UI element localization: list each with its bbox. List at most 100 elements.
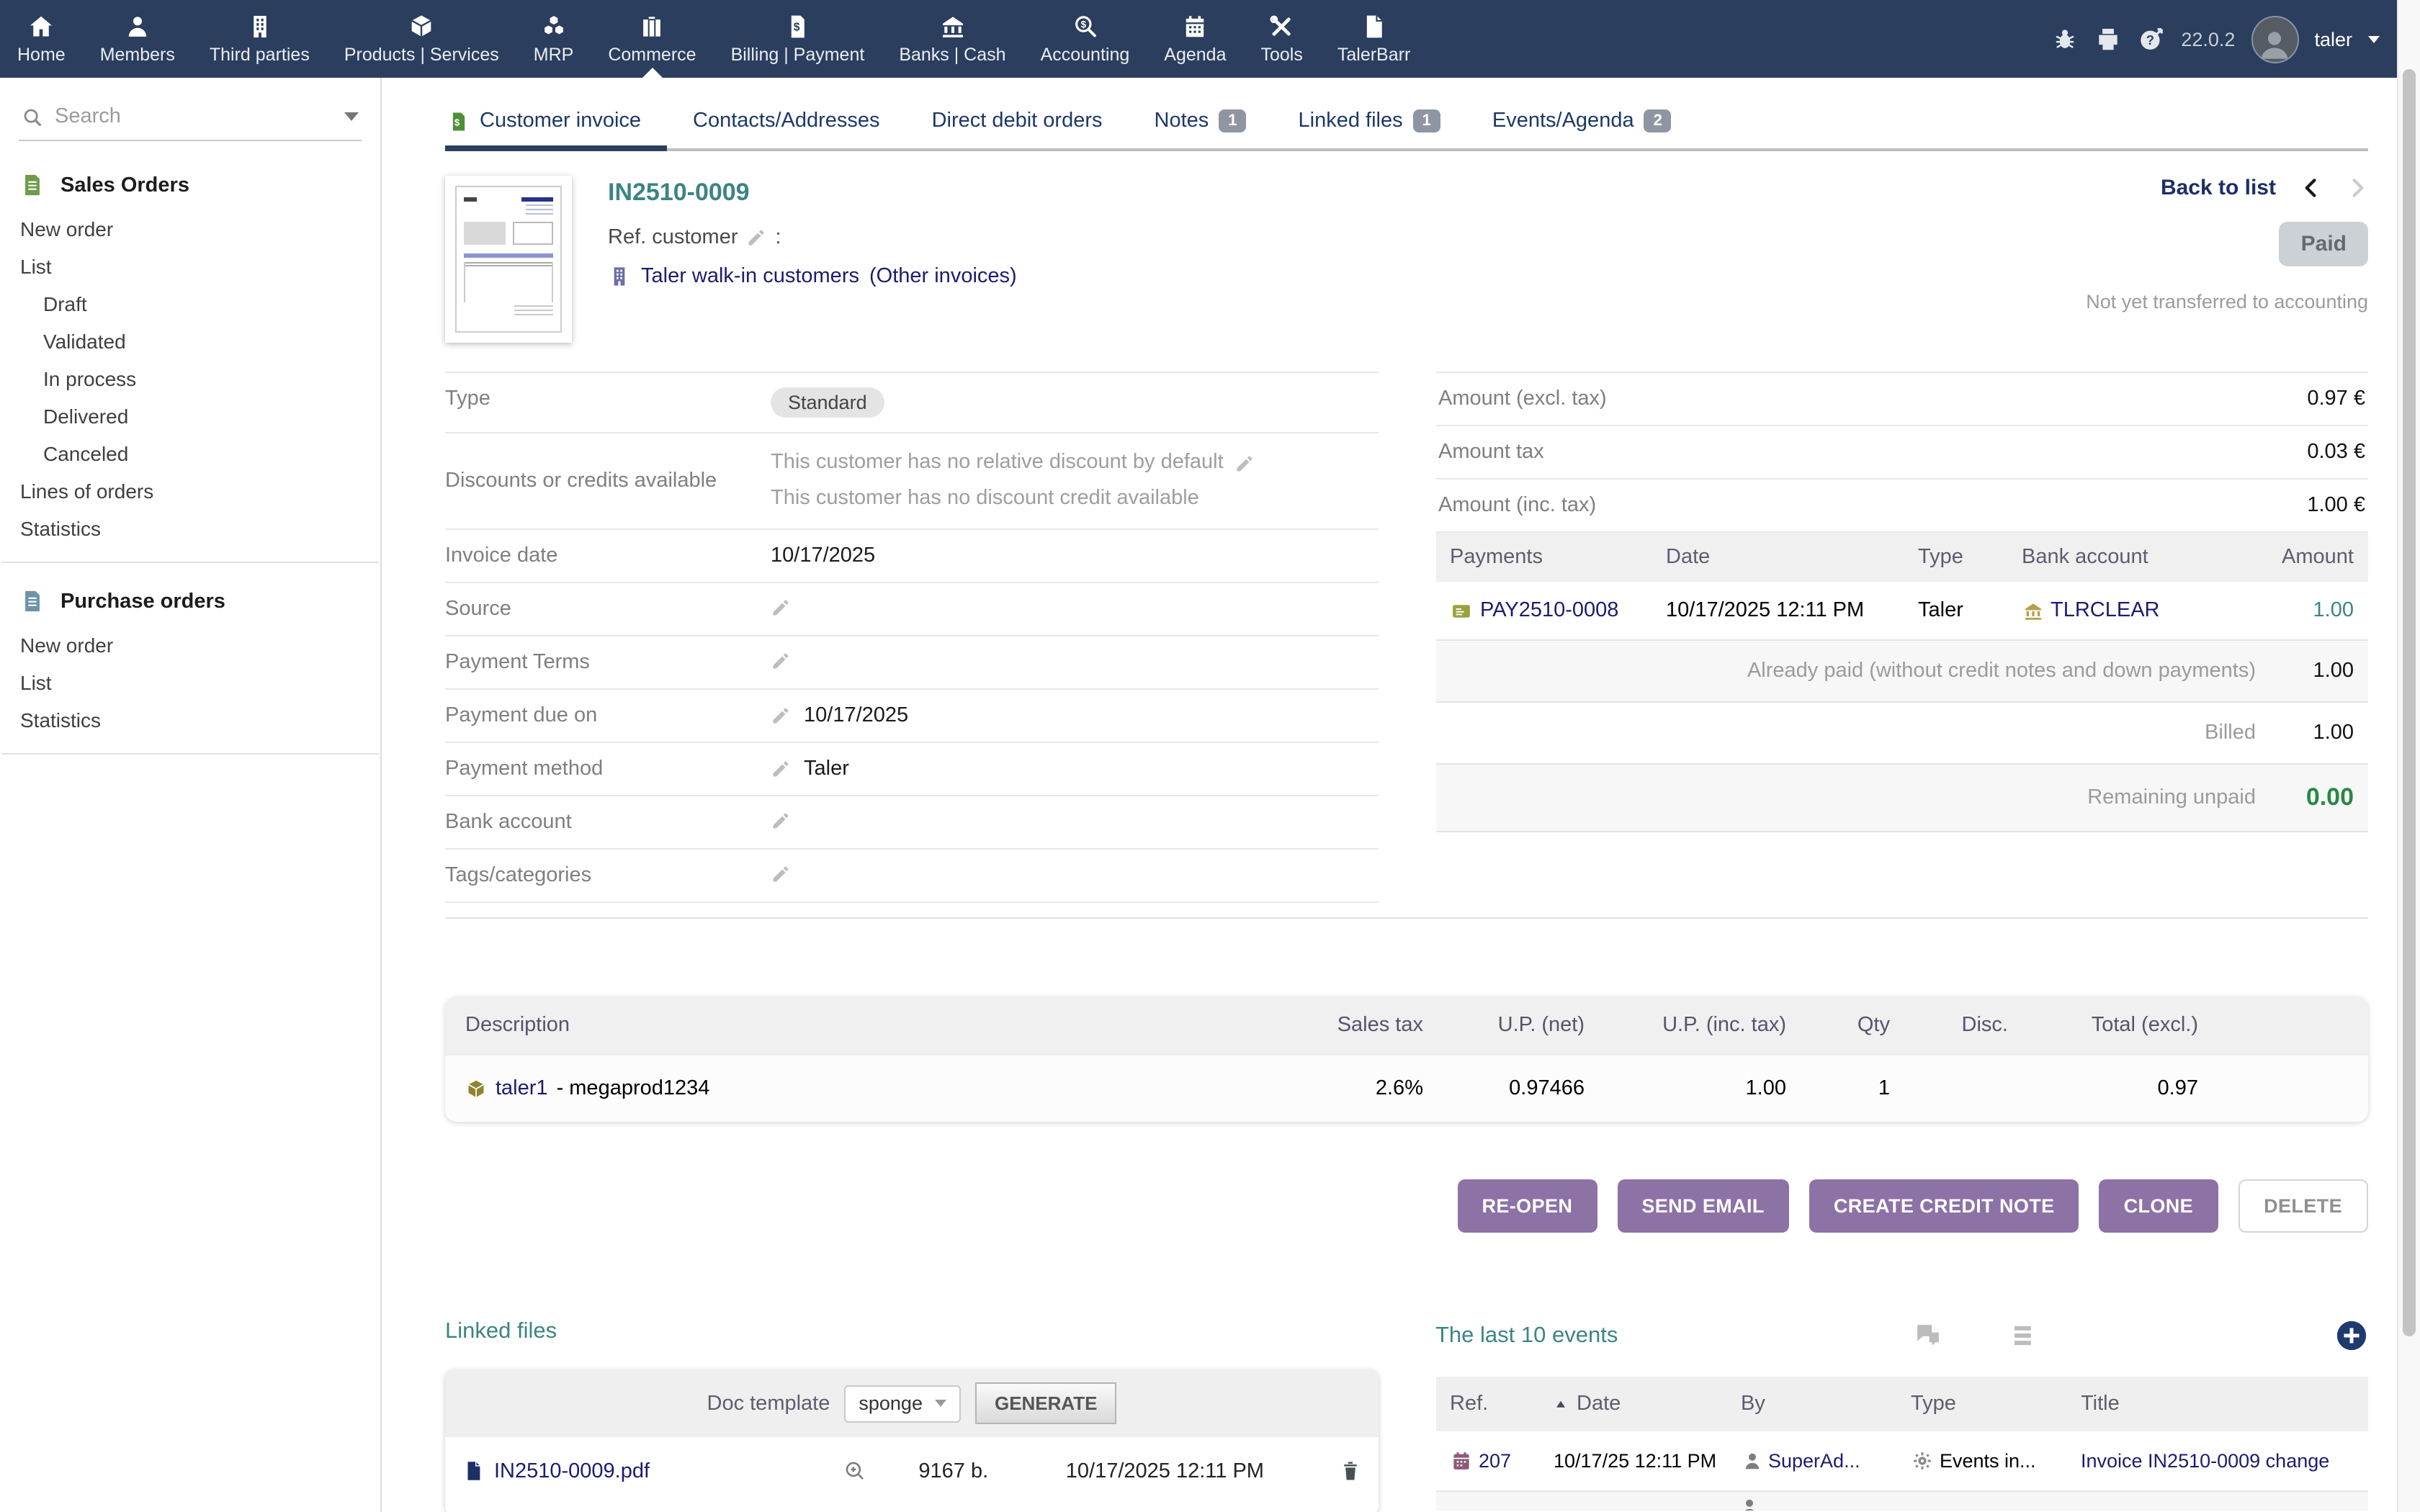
- list-view-icon[interactable]: [2009, 1320, 2040, 1351]
- nav-billing-payment[interactable]: $ Billing | Payment: [714, 0, 882, 78]
- event-title-link[interactable]: Invoice IN2510-0009 change: [2081, 1450, 2329, 1472]
- nav-label: Third parties: [210, 45, 310, 65]
- sidebar-item-purchase-statistics[interactable]: Statistics: [1, 701, 379, 739]
- nav-tools[interactable]: Tools: [1244, 0, 1320, 78]
- accounting-transfer-note: Not yet transferred to accounting: [2086, 291, 2368, 312]
- user-menu-caret-icon[interactable]: [2368, 35, 2380, 42]
- event-calendar-icon: [1450, 1450, 1471, 1472]
- sidebar-item-draft[interactable]: Draft: [1, 285, 379, 323]
- nav-members[interactable]: Members: [83, 0, 192, 78]
- invoice-thumbnail[interactable]: [445, 176, 572, 343]
- sidebar-item-statistics[interactable]: Statistics: [1, 510, 379, 547]
- sidebar-item-list[interactable]: List: [1, 248, 379, 285]
- bug-icon[interactable]: [2051, 25, 2079, 53]
- field-row-type: Type Standard: [445, 373, 1378, 433]
- invoice-line-row: taler1 - megaprod1234 2.6% 0.97466 1.00 …: [445, 1054, 2368, 1122]
- messages-icon[interactable]: [1913, 1320, 1943, 1351]
- linked-files-box: Doc template sponge GENERATE IN2510-0009…: [445, 1369, 1378, 1512]
- nav-banks-cash[interactable]: Banks | Cash: [882, 0, 1023, 78]
- user-avatar[interactable]: [2251, 15, 2298, 63]
- customer-link[interactable]: Taler walk-in customers (Other invoices): [608, 265, 1017, 288]
- product-link[interactable]: taler1: [496, 1077, 548, 1100]
- col-header-title[interactable]: Title: [2081, 1392, 2354, 1416]
- page-scrollbar[interactable]: [2397, 0, 2420, 1512]
- send-email-button[interactable]: SEND EMAIL: [1617, 1179, 1789, 1233]
- nav-label: Members: [100, 45, 175, 65]
- tab-customer-invoice[interactable]: $ Customer invoice: [445, 109, 667, 148]
- create-credit-note-button[interactable]: CREATE CREDIT NOTE: [1809, 1179, 2079, 1233]
- nav-products-services[interactable]: Products | Services: [327, 0, 516, 78]
- nav-mrp[interactable]: MRP: [516, 0, 591, 78]
- event-user-link[interactable]: SuperAd...: [1768, 1450, 1860, 1472]
- sidebar-item-new-order[interactable]: New order: [1, 210, 379, 248]
- tab-contacts-addresses[interactable]: Contacts/Addresses: [667, 109, 906, 148]
- sidebar-item-validated[interactable]: Validated: [1, 323, 379, 360]
- preview-zoom-icon[interactable]: [843, 1459, 868, 1483]
- sidebar-item-lines-of-orders[interactable]: Lines of orders: [1, 472, 379, 510]
- tab-events-agenda[interactable]: Events/Agenda 2: [1466, 109, 1698, 148]
- nav-home[interactable]: Home: [0, 0, 83, 78]
- delete-button[interactable]: DELETE: [2238, 1179, 2368, 1233]
- edit-source-icon[interactable]: [771, 598, 791, 618]
- customer-note: (Other invoices): [869, 265, 1017, 288]
- nav-label: Banks | Cash: [899, 45, 1005, 65]
- nav-talerbarr[interactable]: TalerBarr: [1320, 0, 1428, 78]
- edit-bank-account-icon[interactable]: [771, 811, 791, 831]
- print-icon[interactable]: [2094, 25, 2122, 53]
- scrollbar-thumb[interactable]: [2403, 69, 2416, 1336]
- search-options-caret-icon[interactable]: [344, 112, 359, 121]
- next-record-icon[interactable]: [2347, 177, 2368, 199]
- page: Home Members Third parties Products | Se…: [0, 0, 2420, 1512]
- field-label: Source: [445, 598, 771, 621]
- already-paid-label: Already paid (without credit notes and d…: [1747, 660, 2256, 683]
- col-header-type[interactable]: Type: [1911, 1392, 2081, 1416]
- col-header-by[interactable]: By: [1741, 1392, 1911, 1416]
- sidebar-item-in-process[interactable]: In process: [1, 360, 379, 397]
- username[interactable]: taler: [2314, 28, 2352, 50]
- nav-commerce[interactable]: Commerce: [591, 0, 713, 78]
- top-menu-bar: Home Members Third parties Products | Se…: [0, 0, 2397, 78]
- event-ref-link[interactable]: 207: [1479, 1450, 1511, 1472]
- previous-record-icon[interactable]: [2300, 177, 2322, 199]
- sidebar-section-title[interactable]: Sales Orders: [1, 161, 379, 210]
- payment-amount-link[interactable]: 1.00: [2235, 599, 2354, 622]
- nav-third-parties[interactable]: Third parties: [192, 0, 327, 78]
- sidebar-item-purchase-list[interactable]: List: [1, 664, 379, 701]
- nav-accounting[interactable]: $ Accounting: [1023, 0, 1147, 78]
- generate-button[interactable]: GENERATE: [976, 1382, 1116, 1424]
- col-header-date[interactable]: Date: [1554, 1392, 1741, 1416]
- sidebar-item-new-purchase-order[interactable]: New order: [1, 626, 379, 664]
- edit-payment-due-icon[interactable]: [771, 706, 791, 726]
- col-header-ref[interactable]: Ref.: [1450, 1392, 1554, 1416]
- edit-payment-method-icon[interactable]: [771, 759, 791, 779]
- billed-value: 1.00: [2296, 721, 2354, 744]
- sidebar-item-delivered[interactable]: Delivered: [1, 397, 379, 435]
- file-icon: [1361, 13, 1388, 40]
- edit-discount-icon[interactable]: [1235, 453, 1255, 473]
- doc-template-select[interactable]: sponge: [844, 1385, 962, 1422]
- sidebar-section-title[interactable]: Purchase orders: [1, 577, 379, 626]
- back-to-list-link[interactable]: Back to list: [2161, 176, 2276, 200]
- clone-button[interactable]: CLONE: [2099, 1179, 2218, 1233]
- reopen-button[interactable]: RE-OPEN: [1457, 1179, 1597, 1233]
- add-event-button[interactable]: [2335, 1319, 2368, 1352]
- tab-linked-files[interactable]: Linked files 1: [1273, 109, 1466, 148]
- delete-file-icon[interactable]: [1339, 1459, 1361, 1483]
- nav-agenda[interactable]: Agenda: [1147, 0, 1243, 78]
- sidebar-item-canceled[interactable]: Canceled: [1, 435, 379, 472]
- edit-ref-customer-icon[interactable]: [747, 228, 767, 248]
- tab-notes[interactable]: Notes 1: [1129, 109, 1273, 148]
- svg-text:$: $: [454, 117, 460, 127]
- sort-asc-icon: [1554, 1398, 1567, 1410]
- amount-label: Amount (excl. tax): [1438, 387, 1607, 410]
- tab-direct-debit-orders[interactable]: Direct debit orders: [906, 109, 1129, 148]
- help-icon[interactable]: ?: [2138, 25, 2165, 53]
- bank-account-link[interactable]: TLRCLEAR: [2051, 599, 2160, 622]
- search-input[interactable]: [55, 105, 333, 128]
- payment-ref-link[interactable]: PAY2510-0008: [1480, 599, 1618, 622]
- amount-excl-value: 0.97 €: [2307, 387, 2365, 410]
- file-name-link[interactable]: IN2510-0009.pdf: [494, 1459, 650, 1482]
- edit-payment-terms-icon[interactable]: [771, 651, 791, 671]
- nav-label: TalerBarr: [1337, 45, 1410, 65]
- edit-tags-icon[interactable]: [771, 864, 791, 884]
